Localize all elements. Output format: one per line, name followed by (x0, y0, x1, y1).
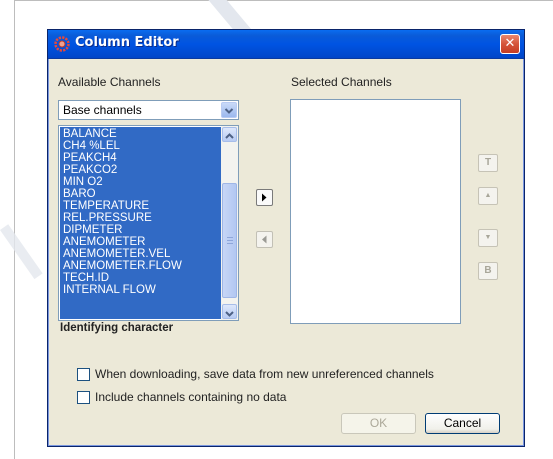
list-item[interactable]: DIPMETER (60, 224, 221, 236)
move-up-button[interactable]: ▲ (478, 187, 498, 205)
arrow-left-icon (262, 235, 267, 244)
dropdown-button[interactable] (221, 102, 237, 118)
column-editor-dialog: Column Editor ✕ Available Channels Selec… (47, 29, 525, 447)
save-new-channels-checkbox[interactable] (77, 368, 90, 381)
app-gear-icon (54, 36, 70, 52)
list-item[interactable]: MIN O2 (60, 176, 221, 188)
selected-channels-list[interactable] (290, 99, 461, 324)
identifying-character-label: Identifying character (60, 322, 174, 334)
include-empty-channels-label: Include channels containing no data (95, 390, 287, 404)
list-scrollbar[interactable] (221, 126, 238, 320)
move-top-button[interactable]: T (478, 154, 498, 172)
window-title: Column Editor (75, 35, 179, 50)
list-item[interactable]: BALANCE (60, 128, 221, 140)
cancel-button[interactable]: Cancel (425, 413, 500, 434)
list-item[interactable]: INTERNAL FLOW (60, 284, 221, 296)
grip-line (227, 243, 233, 244)
list-item[interactable]: ANEMOMETER.FLOW (60, 260, 221, 272)
title-bar[interactable]: Column Editor ✕ (48, 30, 524, 59)
scroll-down-button[interactable] (222, 304, 237, 319)
list-item[interactable]: BARO (60, 188, 221, 200)
close-icon: ✕ (504, 36, 516, 51)
arrow-right-icon (262, 193, 267, 202)
move-bottom-button[interactable]: B (478, 262, 498, 280)
list-item[interactable]: PEAKCH4 (60, 152, 221, 164)
close-button[interactable]: ✕ (500, 34, 520, 54)
chevron-down-icon (224, 108, 234, 114)
arrow-down-icon: ▼ (484, 234, 492, 241)
grip-line (227, 237, 233, 238)
arrow-up-icon: ▲ (484, 192, 492, 199)
list-item[interactable]: TECH.ID (60, 272, 221, 284)
available-channels-list[interactable]: BALANCE CH4 %LEL PEAKCH4 PEAKCO2 MIN O2 BARO T… (58, 125, 239, 321)
remove-channel-button[interactable] (256, 231, 273, 248)
scroll-up-button[interactable] (222, 127, 237, 142)
grip-line (227, 240, 233, 241)
include-empty-channels-checkbox[interactable] (77, 391, 90, 404)
list-item[interactable]: REL.PRESSURE (60, 212, 221, 224)
list-item[interactable]: ANEMOMETER.VEL (60, 248, 221, 260)
save-new-channels-label: When downloading, save data from new unr… (95, 367, 434, 381)
chevron-down-icon (225, 311, 234, 317)
chevron-up-icon (225, 133, 234, 139)
move-top-icon: T (484, 157, 492, 168)
move-bottom-icon: B (484, 265, 492, 276)
selected-channels-label: Selected Channels (291, 75, 392, 89)
channel-group-dropdown[interactable]: Base channels (58, 100, 239, 120)
list-item[interactable]: PEAKCO2 (60, 164, 221, 176)
list-item[interactable]: CH4 %LEL (60, 140, 221, 152)
available-items: BALANCE CH4 %LEL PEAKCH4 PEAKCO2 MIN O2 BARO T… (60, 127, 221, 319)
list-item[interactable]: ANEMOMETER (60, 236, 221, 248)
available-channels-label: Available Channels (58, 75, 161, 89)
list-item[interactable]: TEMPERATURE (60, 200, 221, 212)
ok-button[interactable]: OK (341, 413, 416, 434)
move-down-button[interactable]: ▼ (478, 229, 498, 247)
dropdown-value: Base channels (63, 103, 142, 117)
scroll-thumb[interactable] (222, 183, 237, 298)
add-channel-button[interactable] (256, 189, 273, 206)
